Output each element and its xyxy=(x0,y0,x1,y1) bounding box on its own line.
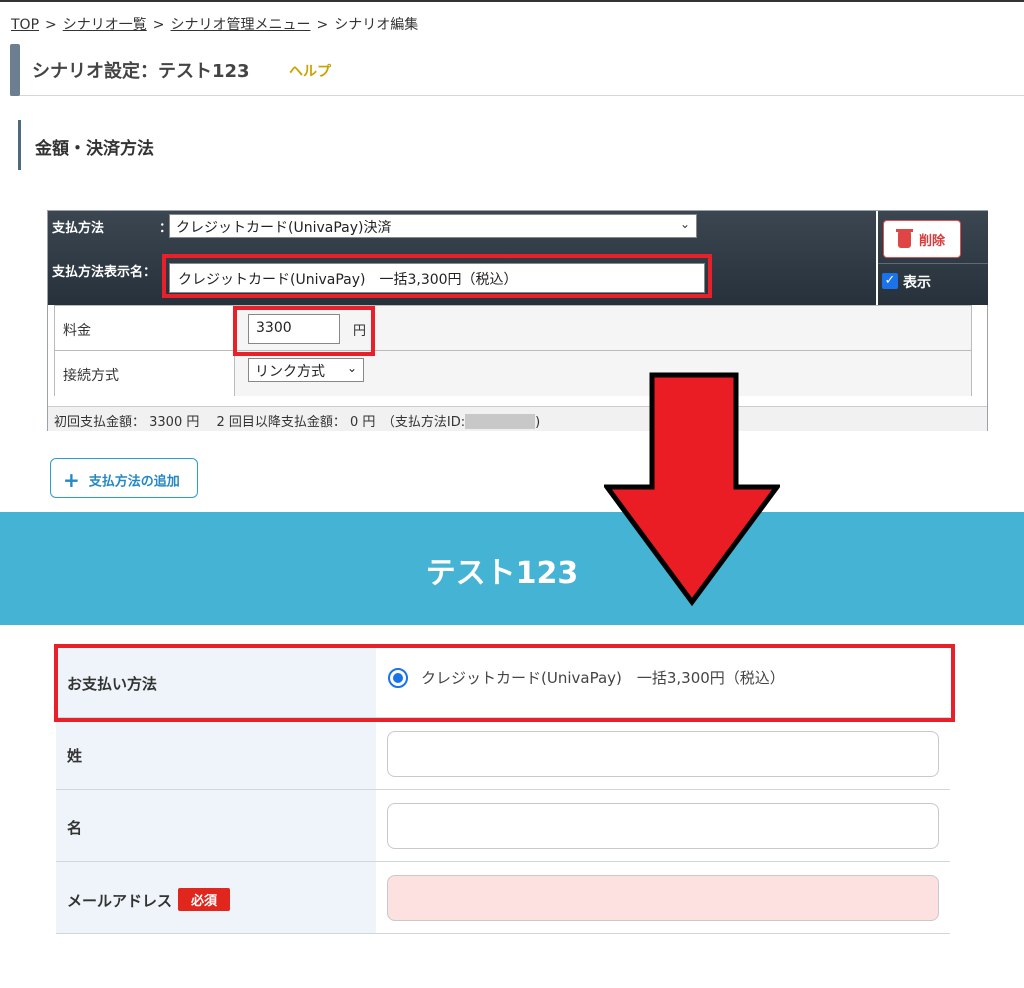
form-row-payment: お支払い方法 クレジットカード(UnivaPay) 一括3,300円（税込） xyxy=(56,646,950,718)
display-name-input[interactable]: クレジットカード(UnivaPay) 一括3,300円（税込） xyxy=(169,263,705,293)
preview-banner: テスト123 xyxy=(0,512,1024,625)
payment-option-label[interactable]: クレジットカード(UnivaPay) 一括3,300円（税込） xyxy=(421,667,785,688)
show-label: 表示 xyxy=(903,275,931,291)
email-label-cell: メールアドレス 必須 xyxy=(56,862,376,933)
first-name-cell xyxy=(376,790,950,861)
show-checkbox[interactable]: ✓ 表示 xyxy=(882,272,931,292)
summary-close: ) xyxy=(535,415,541,430)
section-heading: 金額・決済方法 xyxy=(18,120,154,170)
payment-options: クレジットカード(UnivaPay) 一括3,300円（税込） xyxy=(376,646,950,717)
down-arrow-icon xyxy=(604,372,780,606)
breadcrumb-separator: > xyxy=(316,17,329,33)
connection-select[interactable]: リンク方式 ⌄ xyxy=(248,358,364,382)
table-row-price: 料金 3300 円 xyxy=(55,306,971,351)
method-label: 支払方法 xyxy=(52,221,105,236)
title-accent xyxy=(10,44,20,96)
price-label: 料金 xyxy=(55,306,235,350)
payment-method-select[interactable]: クレジットカード(UnivaPay)決済 ⌄ xyxy=(169,214,697,238)
chevron-down-icon: ⌄ xyxy=(679,217,690,231)
plus-icon: + xyxy=(63,468,80,492)
email-label: メールアドレス xyxy=(67,892,173,910)
breadcrumb-scenario-menu[interactable]: シナリオ管理メニュー xyxy=(170,17,310,33)
delete-label: 削除 xyxy=(919,234,946,249)
add-button-label: 支払方法の追加 xyxy=(88,474,180,490)
form-row-last-name: 姓 xyxy=(56,718,950,790)
page-title: シナリオ設定：テスト123 xyxy=(32,61,250,82)
top-border xyxy=(0,0,1024,2)
payment-method-value: クレジットカード(UnivaPay)決済 xyxy=(176,220,392,236)
radio-selected-icon[interactable] xyxy=(388,668,408,688)
payment-method-panel: 支払方法 ： クレジットカード(UnivaPay)決済 ⌄ 支払方法表示名： ク… xyxy=(47,210,988,431)
form-row-first-name: 名 xyxy=(56,790,950,862)
email-input[interactable] xyxy=(387,875,939,921)
last-name-label: 姓 xyxy=(56,718,376,789)
page-title-bar: シナリオ設定：テスト123 ヘルプ xyxy=(10,44,1024,96)
connection-value: リンク方式 xyxy=(255,364,325,380)
first-name-label: 名 xyxy=(56,790,376,861)
price-cell: 3300 円 xyxy=(235,306,971,350)
table-row-connection: 接続方式 リンク方式 ⌄ xyxy=(55,351,971,396)
payment-panel-actions: 削除 ✓ 表示 xyxy=(876,211,988,305)
divider xyxy=(878,263,988,264)
connection-label: 接続方式 xyxy=(55,351,235,396)
price-input[interactable]: 3300 xyxy=(248,314,340,344)
delete-button[interactable]: 削除 xyxy=(883,220,961,258)
breadcrumb-top[interactable]: TOP xyxy=(11,17,39,33)
help-link[interactable]: ヘルプ xyxy=(289,61,331,81)
breadcrumb-current: シナリオ編集 xyxy=(334,17,419,33)
payment-summary: 初回支払金額： 3300 円 2 回目以降支払金額： 0 円 （支払方法ID:) xyxy=(48,406,987,431)
summary-text: 初回支払金額： 3300 円 2 回目以降支払金額： 0 円 （支払方法ID: xyxy=(54,415,466,430)
add-payment-method-button[interactable]: + 支払方法の追加 xyxy=(50,458,198,498)
banner-title: テスト123 xyxy=(425,556,579,591)
checkbox-checked-icon[interactable]: ✓ xyxy=(882,273,898,289)
breadcrumb-separator: > xyxy=(45,17,57,33)
payment-label: お支払い方法 xyxy=(56,646,376,717)
connection-cell: リンク方式 ⌄ xyxy=(235,351,971,396)
breadcrumb-scenario-list[interactable]: シナリオ一覧 xyxy=(63,17,147,33)
first-name-input[interactable] xyxy=(387,803,939,849)
last-name-cell xyxy=(376,718,950,789)
preview-form: お支払い方法 クレジットカード(UnivaPay) 一括3,300円（税込） 姓… xyxy=(56,646,950,935)
masked-id xyxy=(465,414,536,429)
breadcrumb-separator: > xyxy=(152,17,165,33)
breadcrumb: TOP > シナリオ一覧 > シナリオ管理メニュー > シナリオ編集 xyxy=(11,14,418,34)
chevron-down-icon: ⌄ xyxy=(346,361,357,375)
display-name-label: 支払方法表示名： xyxy=(52,265,157,280)
form-row-email: メールアドレス 必須 xyxy=(56,862,950,934)
last-name-input[interactable] xyxy=(387,731,939,777)
price-unit: 円 xyxy=(353,324,367,339)
payment-settings-table: 料金 3300 円 接続方式 リンク方式 ⌄ xyxy=(54,305,972,396)
required-badge: 必須 xyxy=(178,888,231,911)
trash-icon xyxy=(896,228,913,248)
payment-panel-header: 支払方法 ： クレジットカード(UnivaPay)決済 ⌄ 支払方法表示名： ク… xyxy=(48,211,876,305)
email-cell xyxy=(376,862,950,933)
